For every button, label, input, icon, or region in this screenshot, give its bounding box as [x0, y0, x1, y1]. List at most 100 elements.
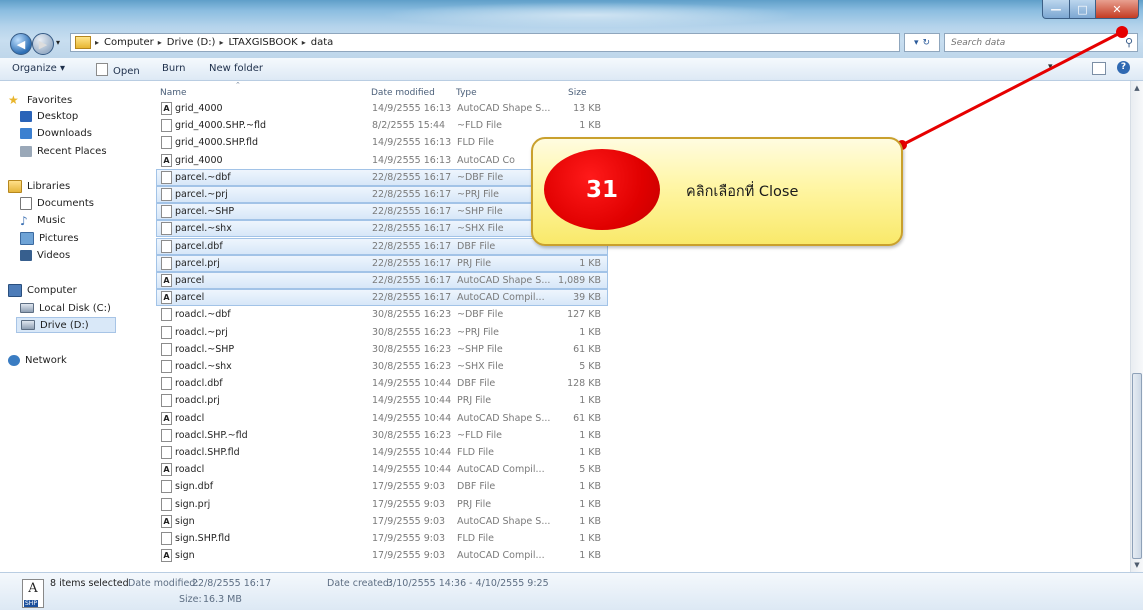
file-row[interactable]: Aparcel 22/8/2555 16:17 AutoCAD Shape S...… [156, 272, 608, 289]
file-row[interactable]: roadcl.~SHP 30/8/2555 16:23 ~SHP File 61 KB [156, 341, 608, 358]
help-icon[interactable]: ? [1117, 61, 1130, 74]
file-row[interactable]: parcel.~SHP 22/8/2555 16:17 ~SHP File [156, 203, 608, 221]
nav-drive-d[interactable]: Drive (D:) [16, 317, 116, 333]
breadcrumb-ltaxgisbook[interactable]: LTAXGISBOOK [228, 37, 297, 48]
file-type: PRJ File [457, 498, 492, 510]
nav-pictures[interactable]: Pictures [20, 230, 79, 246]
nav-libraries[interactable]: Libraries [8, 178, 70, 194]
file-date: 30/8/2555 16:23 [372, 309, 452, 321]
file-row[interactable]: roadcl.~shx 30/8/2555 16:23 ~SHX File 5 KB [156, 358, 608, 375]
refresh-icon[interactable]: ↻ [922, 38, 930, 48]
open-button[interactable]: Open [96, 63, 140, 77]
scroll-down-icon[interactable]: ▼ [1131, 558, 1143, 572]
burn-button[interactable]: Burn [162, 63, 185, 74]
file-row[interactable]: roadcl.dbf 14/9/2555 10:44 DBF File 128 KB [156, 375, 608, 392]
nav-videos[interactable]: Videos [20, 247, 70, 263]
file-row[interactable]: grid_4000.SHP.~fld 8/2/2555 15:44 ~FLD Fil… [156, 117, 608, 134]
file-row[interactable]: sign.SHP.fld 17/9/2555 9:03 FLD File 1 KB [156, 530, 608, 547]
file-size: 1 KB [579, 429, 601, 441]
file-date: 14/9/2555 10:44 [372, 412, 452, 424]
maximize-button[interactable]: □ [1070, 0, 1096, 19]
file-size: 13 KB [573, 103, 601, 114]
column-type[interactable]: Type [456, 88, 477, 98]
file-type: AutoCAD Shape S... [457, 275, 551, 286]
close-button[interactable]: ✕ [1096, 0, 1139, 19]
network-icon [8, 354, 20, 366]
search-icon[interactable]: ⚲ [1125, 36, 1133, 49]
file-row[interactable]: grid_4000.SHP.fld 14/9/2555 16:13 FLD File [156, 134, 608, 151]
file-row[interactable]: roadcl.prj 14/9/2555 10:44 PRJ File 1 KB [156, 392, 608, 409]
shape-file-icon: A [161, 463, 172, 477]
shape-file-icon: A [161, 549, 172, 563]
file-date: 8/2/2555 15:44 [372, 120, 446, 132]
recent-pages-dropdown[interactable]: ▾ [56, 33, 66, 53]
file-type: ~SHX File [457, 361, 504, 372]
nav-label: Libraries [27, 180, 71, 192]
file-row[interactable]: parcel.prj 22/8/2555 16:17 PRJ File 1 KB [156, 254, 608, 272]
search-input[interactable] [951, 37, 1111, 48]
navigation-pane: ★ Favorites Desktop Downloads Recent Plac… [0, 81, 143, 572]
file-row[interactable]: roadcl.SHP.~fld 30/8/2555 16:23 ~FLD File 1… [156, 427, 608, 444]
forward-button[interactable]: ▶ [32, 33, 54, 55]
file-row[interactable]: roadcl.~dbf 30/8/2555 16:23 ~DBF File 127 K… [156, 306, 608, 323]
nav-local-disk[interactable]: Local Disk (C:) [20, 300, 111, 316]
file-size: 1 KB [579, 533, 601, 544]
file-type: AutoCAD Compil... [457, 550, 545, 562]
file-size: 127 KB [567, 309, 601, 321]
nav-music[interactable]: ♪ Music [20, 212, 65, 228]
nav-network[interactable]: Network [8, 352, 67, 368]
file-name: grid_4000.SHP.~fld [175, 120, 266, 132]
new-folder-button[interactable]: New folder [209, 63, 263, 74]
breadcrumb-separator-icon[interactable]: ▸ [302, 38, 306, 47]
file-size: 61 KB [573, 343, 601, 355]
breadcrumb-drive-d[interactable]: Drive (D:) [167, 37, 216, 48]
file-row[interactable]: Asign 17/9/2555 9:03 AutoCAD Shape S... 1 K… [156, 513, 608, 530]
back-button[interactable]: ◀ [10, 33, 32, 55]
file-date: 22/8/2555 16:17 [372, 275, 452, 286]
breadcrumb-data[interactable]: data [311, 37, 334, 48]
column-date-modified[interactable]: Date modified [371, 88, 435, 98]
file-row[interactable]: parcel.~dbf 22/8/2555 16:17 ~DBF File [156, 168, 608, 186]
file-row[interactable]: Asign 17/9/2555 9:03 AutoCAD Compil... 1 KB [156, 547, 608, 564]
scroll-up-icon[interactable]: ▲ [1131, 81, 1143, 95]
nav-recent-places[interactable]: Recent Places [20, 143, 107, 159]
file-row[interactable]: Aroadcl 14/9/2555 10:44 AutoCAD Shape S...… [156, 410, 608, 427]
file-row[interactable]: roadcl.SHP.fld 14/9/2555 10:44 FLD File 1 K… [156, 444, 608, 461]
file-row[interactable]: sign.prj 17/9/2555 9:03 PRJ File 1 KB [156, 496, 608, 513]
scroll-thumb[interactable] [1132, 373, 1142, 559]
file-row[interactable]: Agrid_4000 14/9/2555 16:13 AutoCAD Co [156, 152, 608, 169]
nav-documents[interactable]: Documents [20, 195, 94, 211]
file-row[interactable]: parcel.~prj 22/8/2555 16:17 ~PRJ File [156, 186, 608, 203]
preview-pane-icon[interactable] [1092, 62, 1106, 75]
libraries-icon [8, 179, 22, 193]
address-bar[interactable]: ▸ Computer ▸ Drive (D:) ▸ LTAXGISBOOK ▸ … [70, 33, 900, 52]
breadcrumb-computer[interactable]: Computer [104, 37, 154, 48]
file-row[interactable]: sign.dbf 17/9/2555 9:03 DBF File 1 KB [156, 478, 608, 495]
nav-label: Videos [37, 249, 71, 261]
nav-favorites[interactable]: ★ Favorites [8, 92, 72, 108]
breadcrumb-separator-icon[interactable]: ▸ [95, 38, 99, 47]
organize-button[interactable]: Organize ▾ [12, 63, 65, 74]
nav-desktop[interactable]: Desktop [20, 108, 78, 124]
nav-computer[interactable]: Computer [8, 282, 77, 298]
generic-file-icon [161, 188, 172, 201]
file-row[interactable]: Agrid_4000 14/9/2555 16:13 AutoCAD Shape S… [156, 100, 608, 117]
views-dropdown-icon[interactable]: ▾ [1048, 62, 1053, 72]
file-row[interactable]: parcel.~shx 22/8/2555 16:17 ~SHX File [156, 220, 608, 238]
minimize-button[interactable]: — [1042, 0, 1070, 19]
file-date: 14/9/2555 16:13 [372, 137, 452, 149]
shape-file-icon: A [161, 514, 172, 528]
vertical-scrollbar[interactable]: ▲ ▼ [1130, 81, 1143, 572]
breadcrumb-separator-icon[interactable]: ▸ [219, 38, 223, 47]
breadcrumb-separator-icon[interactable]: ▸ [158, 38, 162, 47]
column-size[interactable]: Size [568, 88, 586, 98]
column-name[interactable]: Name [160, 88, 187, 98]
file-row[interactable]: parcel.dbf 22/8/2555 16:17 DBF File [156, 237, 608, 255]
file-row[interactable]: Aparcel 22/8/2555 16:17 AutoCAD Compil... 3… [156, 289, 608, 307]
file-row[interactable]: Aroadcl 14/9/2555 10:44 AutoCAD Compil... 5… [156, 461, 608, 478]
nav-downloads[interactable]: Downloads [20, 125, 92, 141]
file-row[interactable]: roadcl.~prj 30/8/2555 16:23 ~PRJ File 1 KB [156, 324, 608, 341]
file-name: roadcl.~shx [175, 361, 232, 372]
search-box[interactable]: ⚲ [944, 33, 1138, 52]
address-dropdown-icon[interactable]: ▾ [914, 38, 919, 48]
